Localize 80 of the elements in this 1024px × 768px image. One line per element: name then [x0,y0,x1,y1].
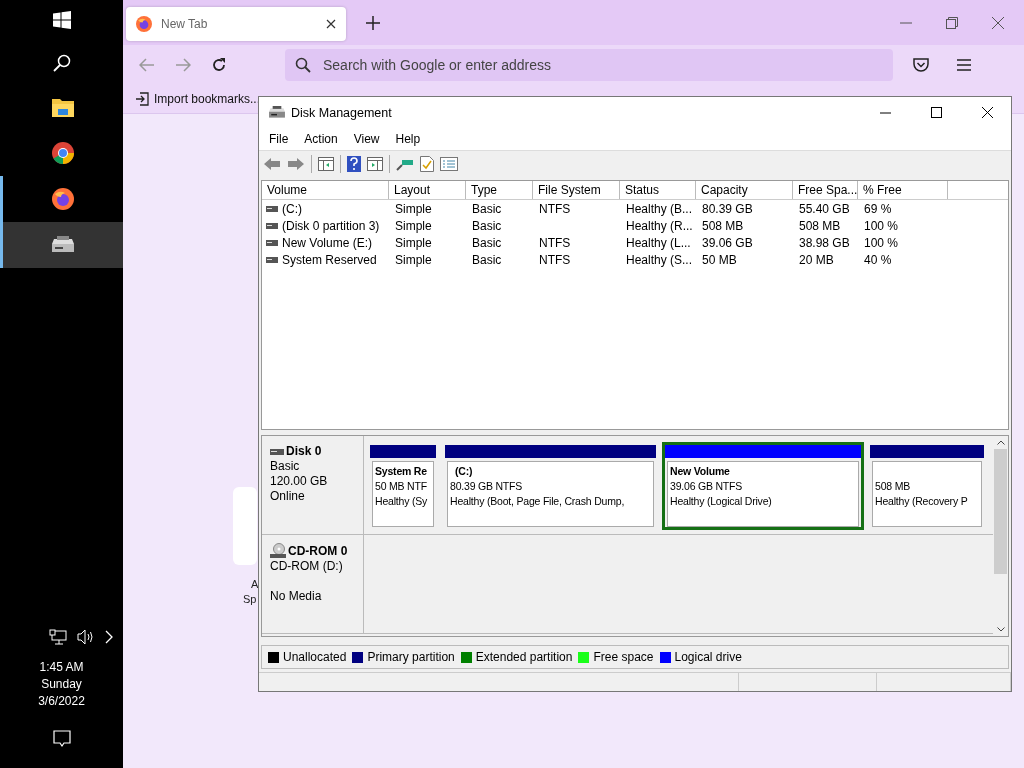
legend-label: Logical drive [674,650,742,664]
table-cell: 508 MB [702,218,744,233]
column-header[interactable]: Status [620,181,696,199]
table-cell: Healthy (R... [626,218,693,233]
disk-label-panel[interactable]: CD-ROM 0 CD-ROM (D:) No Media [262,535,364,633]
disk-status: Online [270,489,306,504]
table-cell: Basic [472,252,502,267]
disk-type: Basic [270,459,301,474]
legend-label: Primary partition [367,650,455,664]
table-cell: Simple [395,235,432,250]
table-cell: 80.39 GB [702,201,753,216]
tab-title: New Tab [161,16,209,31]
menu-item[interactable]: View [353,132,380,146]
shortcut-subtitle: Sp [243,592,258,607]
table-cell: System Reserved [282,252,377,267]
partition-name: System Re [375,464,428,479]
partition-status: Healthy (Recovery P [875,494,969,509]
column-header[interactable]: Capacity [696,181,793,199]
table-cell: 39.06 GB [702,235,753,250]
table-cell: 100 % [864,235,899,250]
partition-size: 508 MB [875,479,911,494]
table-cell: Simple [395,252,432,267]
disk-label-panel[interactable]: Disk 0 Basic 120.00 GB Online [262,436,364,534]
table-cell: (C:) [282,201,302,216]
menu-item[interactable]: File [269,132,289,146]
table-cell: NTFS [539,252,571,267]
partition-size: 80.39 GB NTFS [450,479,524,494]
clock-time: 1:45 AM [39,659,84,676]
column-header[interactable]: % Free [858,181,948,199]
clock-date: 3/6/2022 [38,693,85,710]
disk-name: CD-ROM 0 [288,543,348,559]
table-cell: 100 % [864,218,899,233]
table-cell: 38.98 GB [799,235,850,250]
window-title: Disk Management [291,105,392,120]
table-cell: Healthy (L... [626,235,691,250]
disk-name: Disk 0 [286,444,322,459]
partition-size: 50 MB NTF [375,479,428,494]
column-header[interactable]: File System [533,181,620,199]
column-header[interactable]: Layout [389,181,466,199]
disk-status: No Media [270,589,323,604]
column-header[interactable]: Free Spa... [793,181,858,199]
table-cell: NTFS [539,201,571,216]
legend-label: Unallocated [283,650,347,664]
disk-size: 120.00 GB [270,474,329,489]
partition-status: Healthy (Boot, Page File, Crash Dump, [450,494,626,509]
table-cell: Basic [472,235,502,250]
table-cell: 508 MB [799,218,841,233]
legend-label: Extended partition [475,650,573,664]
table-cell: (Disk 0 partition 3) [282,218,380,233]
table-cell: Simple [395,218,432,233]
disk-type: CD-ROM (D:) [270,559,344,574]
table-cell: Basic [472,218,502,233]
clock-day: Sunday [41,676,82,693]
menu-item[interactable]: Action [304,132,338,146]
partition-status: Healthy (Sy [375,494,429,509]
browser-tab[interactable]: New Tab [126,6,346,41]
partition-size: 39.06 GB NTFS [670,479,744,494]
partition-name: New Volume [670,464,731,479]
table-cell: Simple [395,201,432,216]
bookmark-item[interactable]: Import bookmarks... [135,92,261,106]
partition-name: (C:) [455,464,474,479]
table-cell: Healthy (B... [626,201,693,216]
table-cell: 55.40 GB [799,201,850,216]
table-cell: Basic [472,201,502,216]
clock[interactable]: 1:45 AM Sunday 3/6/2022 [38,659,85,710]
partition-block[interactable]: New Volume 39.06 GB NTFS Healthy (Logical Drive) [662,442,864,530]
table-cell: 40 % [864,252,892,267]
table-cell: 69 % [864,201,892,216]
shortcut-title: A [251,577,259,592]
partition-status: Healthy (Logical Drive) [670,494,773,509]
table-cell: 50 MB [702,252,737,267]
column-header[interactable]: Type [466,181,533,199]
table-cell: New Volume (E:) [282,235,373,250]
table-cell: 20 MB [799,252,834,267]
table-cell: NTFS [539,235,571,250]
table-cell: Healthy (S... [626,252,693,267]
menu-item[interactable]: Help [395,132,421,146]
legend-label: Free space [593,650,654,664]
column-header[interactable]: Volume [262,181,389,199]
address-bar[interactable]: Search with Google or enter address [285,49,893,81]
